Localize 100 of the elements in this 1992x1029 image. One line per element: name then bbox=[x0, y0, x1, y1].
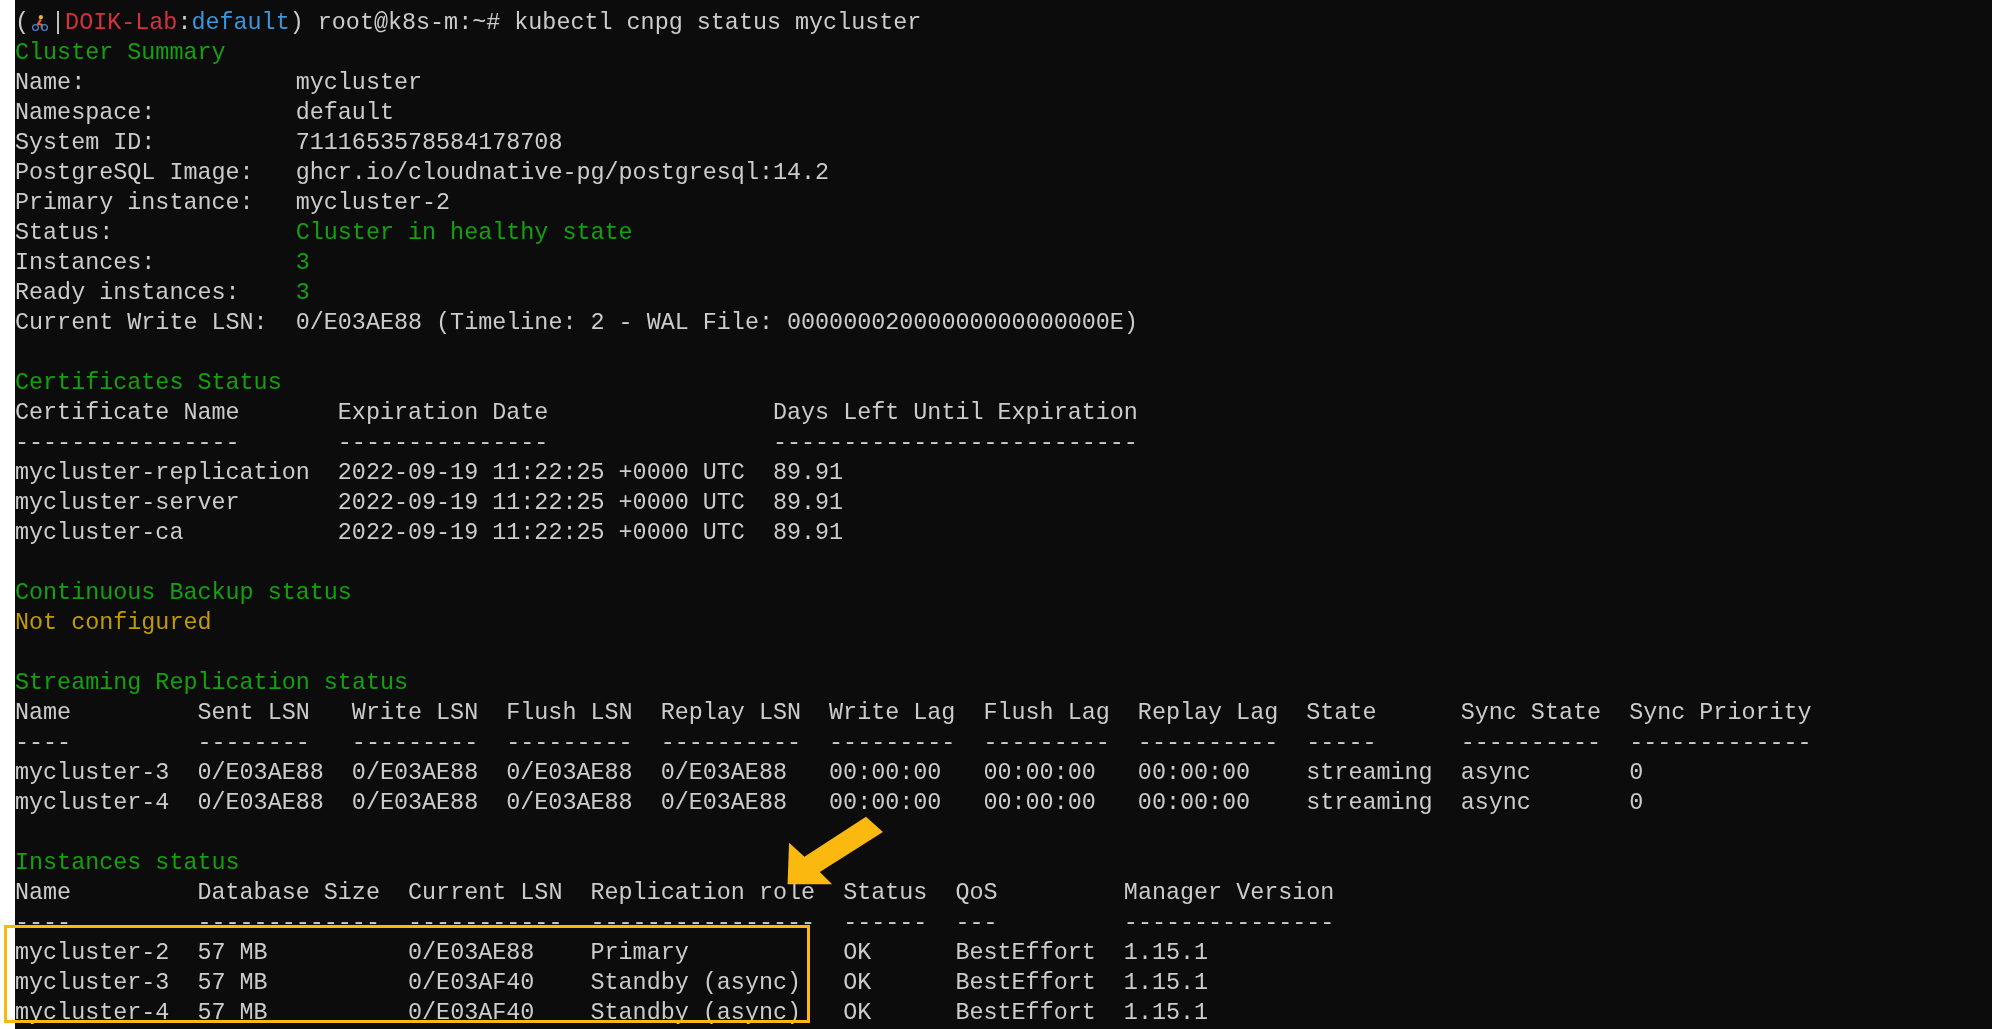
header-rule: ------------- bbox=[1629, 730, 1812, 756]
table-cell: 00:00:00 bbox=[829, 790, 942, 816]
table-cell: 00:00:00 bbox=[983, 760, 1096, 786]
column-header: Database Size bbox=[197, 880, 380, 906]
table-cell: 00:00:00 bbox=[1137, 790, 1251, 816]
status-message: Not configured bbox=[15, 609, 212, 638]
column-header: Flush Lag bbox=[983, 700, 1110, 726]
table-cell: 0/E03AE88 bbox=[506, 790, 633, 816]
prompt-text: : bbox=[177, 9, 192, 38]
prompt-text: ( bbox=[15, 9, 30, 38]
field-value: default bbox=[295, 99, 394, 128]
table-cell: 0/E03AF40 bbox=[408, 970, 535, 996]
table-cell: BestEffort bbox=[955, 970, 1096, 996]
table-cell: 0/E03AE88 bbox=[408, 940, 535, 966]
field-value: ghcr.io/cloudnative-pg/postgresql:14.2 bbox=[295, 159, 830, 188]
table-cell: 0/E03AE88 bbox=[197, 790, 324, 816]
column-header: Sent LSN bbox=[197, 700, 310, 726]
field-value: 3 bbox=[295, 279, 310, 308]
column-header: Flush LSN bbox=[506, 700, 633, 726]
column-header: Replay Lag bbox=[1137, 700, 1279, 726]
table-cell: async bbox=[1460, 790, 1531, 816]
table-cell: 57 MB bbox=[197, 1000, 268, 1026]
header-rule: --------------- bbox=[337, 430, 549, 456]
table-cell: 00:00:00 bbox=[1137, 760, 1251, 786]
table-cell: 0/E03AE88 bbox=[660, 760, 787, 786]
field-value: 3 bbox=[295, 249, 310, 278]
field-label: Status: bbox=[15, 219, 115, 248]
table-cell: Standby (async) bbox=[590, 970, 802, 996]
column-header: Days Left Until Expiration bbox=[772, 400, 1138, 426]
header-rule: ---------- bbox=[660, 730, 801, 756]
column-header: Name bbox=[15, 880, 72, 906]
section-heading: Streaming Replication status bbox=[15, 669, 409, 698]
column-header: Certificate Name bbox=[15, 400, 240, 426]
header-rule: ----------- bbox=[408, 910, 563, 936]
table-cell: 0 bbox=[1629, 790, 1644, 816]
cyclist-icon bbox=[31, 13, 50, 33]
column-header: Write LSN bbox=[351, 700, 479, 726]
column-header: Expiration Date bbox=[337, 400, 549, 426]
table-cell: 2022-09-19 11:22:25 +0000 UTC bbox=[337, 460, 745, 486]
prompt-text: ) root@k8s-m:~# kubectl cnpg status mycluster bbox=[289, 9, 922, 38]
column-header: Sync State bbox=[1460, 700, 1602, 726]
table-cell: Primary bbox=[590, 940, 689, 966]
header-rule: --------------- bbox=[1123, 910, 1335, 936]
table-cell: streaming bbox=[1306, 790, 1433, 816]
column-header: Replay LSN bbox=[660, 700, 801, 726]
section-heading: Certificates Status bbox=[15, 369, 282, 398]
section-heading: Instances status bbox=[15, 849, 240, 878]
table-cell: mycluster-2 bbox=[15, 940, 170, 966]
column-header: State bbox=[1306, 700, 1377, 726]
header-rule: ---- bbox=[15, 910, 72, 936]
table-cell: 00:00:00 bbox=[829, 760, 942, 786]
field-value: mycluster-2 bbox=[295, 189, 451, 218]
section-heading: Cluster Summary bbox=[15, 39, 226, 68]
header-rule: --------- bbox=[983, 730, 1110, 756]
table-cell: OK bbox=[843, 970, 872, 996]
header-rule: ---------------- bbox=[590, 910, 816, 936]
header-rule: -------------------------- bbox=[772, 430, 1138, 456]
column-header: Current LSN bbox=[408, 880, 563, 906]
table-cell: 57 MB bbox=[197, 970, 268, 996]
table-cell: mycluster-3 bbox=[15, 970, 170, 996]
section-heading: Continuous Backup status bbox=[15, 579, 352, 608]
prompt-text: | bbox=[51, 9, 66, 38]
table-cell: 0/E03AE88 bbox=[351, 790, 479, 816]
table-cell: 1.15.1 bbox=[1123, 970, 1209, 996]
header-rule: --- bbox=[955, 910, 998, 936]
table-cell: 0/E03AE88 bbox=[660, 790, 787, 816]
table-cell: async bbox=[1460, 760, 1531, 786]
table-cell: BestEffort bbox=[955, 1000, 1096, 1026]
header-rule: --------- bbox=[351, 730, 479, 756]
table-cell: 0 bbox=[1629, 760, 1644, 786]
field-value: 0/E03AE88 (Timeline: 2 - WAL File: 00000002000000000000000E) bbox=[295, 309, 1138, 338]
column-header: Name bbox=[15, 700, 72, 726]
table-cell: 57 MB bbox=[197, 940, 268, 966]
header-rule: ------ bbox=[843, 910, 928, 936]
field-label: System ID: bbox=[15, 129, 157, 158]
table-cell: 2022-09-19 11:22:25 +0000 UTC bbox=[337, 490, 745, 516]
field-label: Current Write LSN: bbox=[15, 309, 269, 338]
table-cell: mycluster-4 bbox=[15, 790, 170, 816]
header-rule: ---- bbox=[15, 730, 72, 756]
namespace-name: default bbox=[191, 9, 290, 38]
table-cell: mycluster-replication bbox=[15, 460, 310, 486]
table-cell: 0/E03AE88 bbox=[197, 760, 324, 786]
header-rule: ----- bbox=[1306, 730, 1377, 756]
field-value: mycluster bbox=[295, 69, 423, 98]
table-cell: OK bbox=[843, 1000, 872, 1026]
table-cell: 0/E03AF40 bbox=[408, 1000, 535, 1026]
column-header: QoS bbox=[955, 880, 998, 906]
header-rule: ---------------- bbox=[15, 430, 240, 456]
table-cell: 89.91 bbox=[772, 520, 844, 546]
table-cell: mycluster-ca bbox=[15, 520, 184, 546]
column-header: Status bbox=[843, 880, 928, 906]
header-rule: -------- bbox=[197, 730, 310, 756]
field-label: Name: bbox=[15, 69, 87, 98]
header-rule: ------------- bbox=[197, 910, 380, 936]
table-cell: 00:00:00 bbox=[983, 790, 1096, 816]
table-cell: 1.15.1 bbox=[1123, 1000, 1209, 1026]
header-rule: --------- bbox=[829, 730, 956, 756]
table-cell: 0/E03AE88 bbox=[351, 760, 479, 786]
field-label: Namespace: bbox=[15, 99, 157, 128]
table-cell: 0/E03AE88 bbox=[506, 760, 633, 786]
